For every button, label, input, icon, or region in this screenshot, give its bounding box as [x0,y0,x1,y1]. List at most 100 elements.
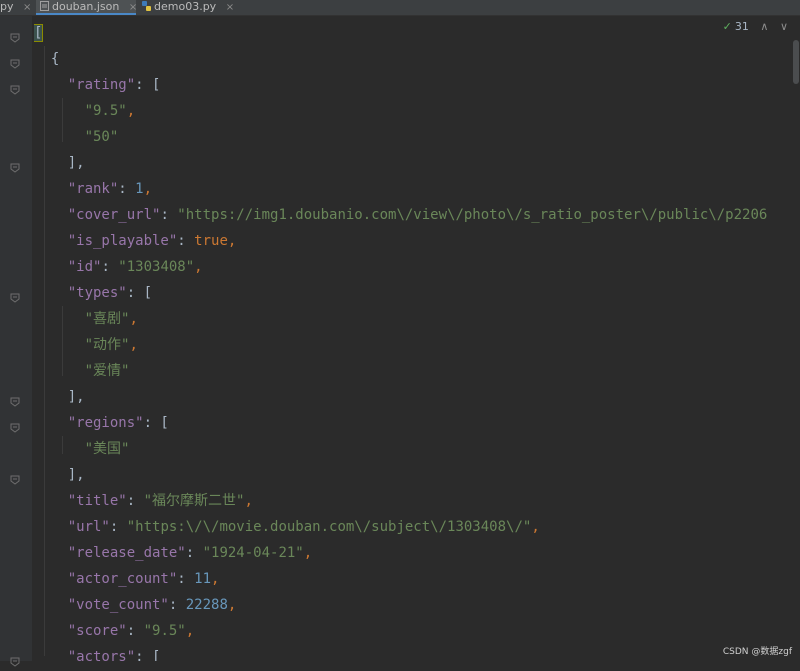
fold-marker-icon[interactable] [10,158,20,173]
tab-label: douban.json [52,0,120,13]
code-token: "actor_count" [67,571,178,587]
code-token: , [211,571,220,587]
code-token: : [177,233,195,249]
code-token: "1924-04-21" [202,545,304,561]
code-token: , [185,623,195,639]
code-line: "id": "1303408", [34,254,203,280]
fold-marker-icon[interactable] [10,418,20,433]
code-token: "福尔摩斯二世" [143,493,245,509]
code-line: "rank": 1, [34,176,152,202]
code-token: : [ [135,649,161,661]
tab-label: demo03.py [154,0,217,13]
code-token: "release_date" [67,545,186,561]
vertical-scrollbar[interactable] [792,16,800,661]
code-token: , [143,181,153,197]
indent-guide [62,436,63,454]
editor-gutter [0,16,32,667]
code-token: , [129,337,138,353]
fold-marker-icon[interactable] [10,80,20,95]
code-editor[interactable]: [ { "rating": [ "9.5", "50" ], "rank": 1… [34,16,792,661]
code-token: "actors" [67,649,136,661]
indent-guide [44,46,45,656]
code-token: 22288 [185,597,228,613]
code-token: "https:\/\/movie.douban.com\/subject\/13… [126,519,532,535]
code-token: : [101,259,119,275]
inspection-widget[interactable]: ✓ 31 ∧ ∨ [723,20,788,33]
code-line: ], [34,384,85,410]
indent-guide [62,306,63,376]
tab-py[interactable]: py × [0,0,31,15]
code-line: "title": "福尔摩斯二世", [34,488,253,514]
code-token: : [168,597,186,613]
close-icon[interactable]: × [129,2,137,13]
code-token: "score" [67,623,127,639]
tab-douban-json[interactable]: douban.json × [36,0,137,15]
code-line: "cover_url": "https://img1.doubanio.com\… [34,202,768,228]
code-token: ], [34,389,85,405]
code-token: "50" [84,129,119,145]
inspection-count: 31 [734,20,749,33]
code-line: "actor_count": 11, [34,566,220,592]
code-token: "https://img1.doubanio.com\/view\/photo\… [177,207,768,223]
fold-marker-icon[interactable] [10,28,20,43]
code-token: 11 [194,571,212,587]
code-line: ], [34,462,85,488]
code-token: : [126,623,144,639]
python-file-icon [142,1,151,11]
indent-guide [62,98,63,142]
tab-demo03-py[interactable]: demo03.py × [142,0,234,15]
code-token: "title" [67,493,127,509]
code-line: "actors": [ [34,644,161,661]
code-token: , [129,311,138,327]
code-line: "喜剧", [34,306,138,332]
code-token: { [34,51,60,67]
code-token: "1303408" [118,259,195,275]
code-token: "9.5" [84,103,127,119]
code-token: , [227,233,237,249]
tab-label: py [0,0,14,13]
fold-marker-icon[interactable] [10,288,20,303]
code-line: "rating": [ [34,72,161,98]
code-token: true [194,233,228,249]
code-token: "regions" [67,415,144,431]
watermark: CSDN @数据zgf [722,647,792,657]
fold-marker-icon[interactable] [10,470,20,485]
code-line: { [34,46,59,72]
code-line: "url": "https:\/\/movie.douban.com\/subj… [34,514,540,540]
code-token: , [531,519,540,535]
code-token: : [177,571,195,587]
code-token: "9.5" [143,623,186,639]
code-token: : [ [126,285,153,301]
chevron-down-icon[interactable]: ∨ [780,20,788,33]
close-icon[interactable]: × [23,2,31,13]
code-token: "rank" [67,181,119,197]
code-token: "动作" [84,337,130,353]
close-icon[interactable]: × [226,2,234,13]
code-token: "爱情" [84,363,130,379]
scrollbar-thumb[interactable] [793,40,799,84]
code-line: "regions": [ [34,410,169,436]
chevron-up-icon[interactable]: ∧ [760,20,768,33]
code-line: "动作", [34,332,138,358]
fold-marker-icon[interactable] [10,54,20,69]
code-token: "rating" [67,77,136,93]
code-line: "50" [34,124,119,150]
code-line: "score": "9.5", [34,618,194,644]
code-line: "爱情" [34,358,130,384]
code-token: : [ [135,77,161,93]
fold-marker-icon[interactable] [10,392,20,407]
code-token: : [160,207,178,223]
